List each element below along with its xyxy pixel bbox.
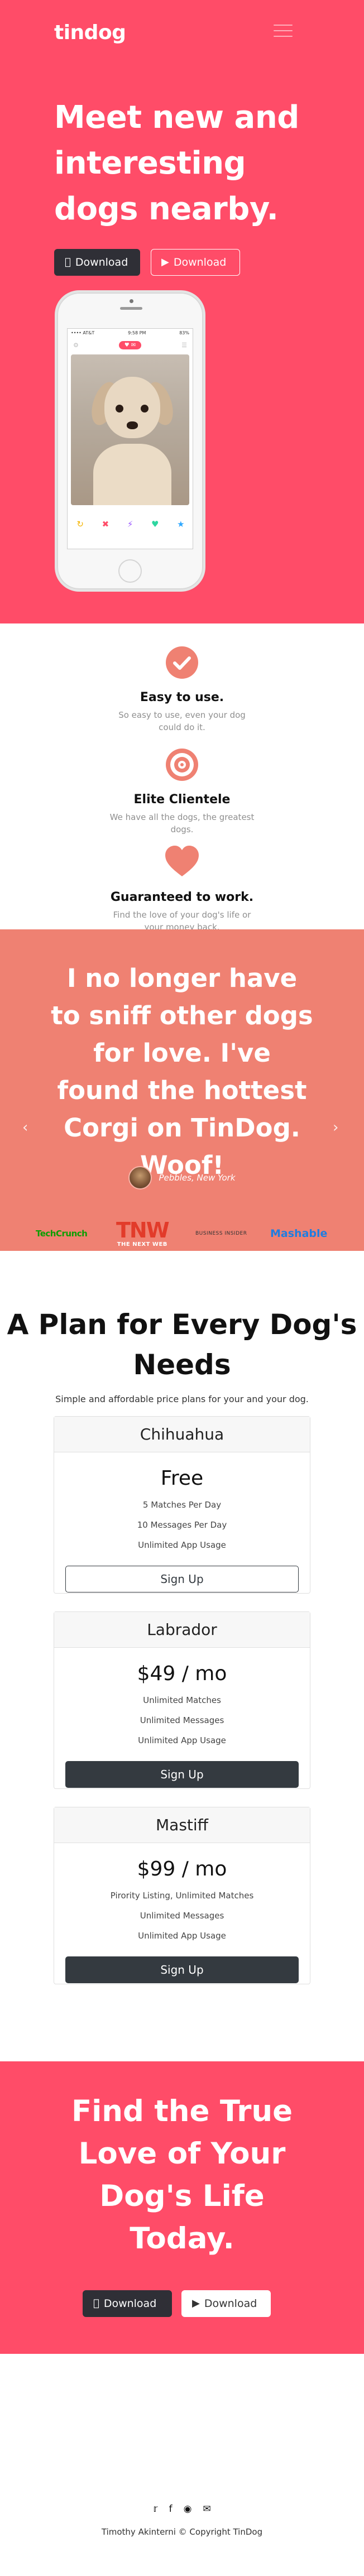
flame-tab-icon: ♥ ✉ <box>118 340 142 349</box>
feature-guaranteed: Guaranteed to work. Find the love of you… <box>0 846 364 933</box>
testimonials-section: I no longer have to sniff other dogs for… <box>0 929 364 1251</box>
plan-name: Mastiff <box>54 1807 310 1843</box>
plan-feature: Unlimited Matches <box>143 1695 221 1705</box>
download-apple-button[interactable]:  Download <box>83 2290 172 2317</box>
sign-up-button[interactable]: Sign Up <box>65 1566 299 1592</box>
plan-feature: 10 Messages Per Day <box>137 1520 227 1530</box>
boost-icon: ⚡ <box>127 519 133 529</box>
download-apple-button[interactable]:  Download <box>54 249 140 276</box>
testimonial-author: Pebbles, New York <box>0 1166 364 1189</box>
plan-feature: Unlimited App Usage <box>138 1931 226 1941</box>
instagram-icon[interactable]: ◉ <box>184 2503 192 2515</box>
cta-title: Find the True Love of Your Dog's Life To… <box>71 2094 293 2256</box>
iphone-image: •••• AT&T 9:58 PM 83% ⚙ ♥ ✉ ☰ ↻ ✖ ⚡ ♥ ★ <box>55 290 205 592</box>
tnw-logo: TNW THE NEXT WEB <box>116 1218 170 1248</box>
plan-name: Labrador <box>54 1612 310 1648</box>
download-apple-label: Download <box>69 256 128 268</box>
plan-feature: Pirority Listing, Unlimited Matches <box>110 1891 254 1901</box>
tnw-logo-text: TNW <box>116 1218 170 1243</box>
author-name: Pebbles, New York <box>159 1173 236 1183</box>
carousel-prev-icon[interactable]: ‹ <box>22 1119 28 1136</box>
plan-price: $99 / mo <box>137 1858 227 1881</box>
plan-name: Chihuahua <box>54 1417 310 1452</box>
social-links: 𝕣 f ◉ ✉ <box>0 2503 364 2515</box>
mashable-logo: Mashable <box>270 1227 328 1240</box>
plan-feature: 5 Matches Per Day <box>142 1500 222 1510</box>
cta-section: Find the True Love of Your Dog's Life To… <box>0 2061 364 2354</box>
apple-icon:  <box>93 2299 99 2309</box>
feature-title: Easy to use. <box>140 690 224 704</box>
play-store-icon: ▶ <box>192 2297 200 2309</box>
hero-section: tindog Meet new and interesting dogs nea… <box>0 0 364 623</box>
plan-feature: Unlimited App Usage <box>138 1735 226 1745</box>
phone-speaker <box>120 307 142 310</box>
feature-title: Guaranteed to work. <box>110 890 254 904</box>
carrier-text: •••• AT&T <box>71 330 95 335</box>
phone-app-tabs: ⚙ ♥ ✉ ☰ <box>68 338 193 352</box>
plan-feature: Unlimited App Usage <box>138 1540 226 1550</box>
dog-avatar <box>128 1166 152 1189</box>
sign-up-button[interactable]: Sign Up <box>65 1761 299 1788</box>
like-icon: ♥ <box>151 519 159 529</box>
download-play-button[interactable]: ▶ Download <box>181 2290 271 2317</box>
pricing-card-labrador: Labrador $49 / mo Unlimited Matches Unli… <box>54 1611 310 1789</box>
twitter-icon[interactable]: 𝕣 <box>153 2503 157 2515</box>
facebook-icon[interactable]: f <box>169 2503 173 2515</box>
carousel-next-icon[interactable]: › <box>333 1119 338 1136</box>
press-logos: TechCrunch TNW THE NEXT WEB BUSINESS INSI… <box>0 1220 364 1251</box>
plan-price: $49 / mo <box>137 1662 227 1685</box>
phone-camera <box>130 299 133 303</box>
phone-action-bar: ↻ ✖ ⚡ ♥ ★ <box>68 513 193 535</box>
navbar: tindog <box>0 0 364 70</box>
footer: 𝕣 f ◉ ✉ Timothy Akinterni © Copyright Ti… <box>0 2354 364 2576</box>
superlike-icon: ★ <box>177 519 185 529</box>
copyright-text: Timothy Akinterni © Copyright TinDog <box>101 2527 263 2537</box>
brand-logo[interactable]: tindog <box>54 21 126 44</box>
nope-icon: ✖ <box>102 519 109 529</box>
pricing-section: A Plan for Every Dog's Needs Simple and … <box>0 1251 364 2061</box>
techcrunch-logo: TechCrunch <box>36 1229 88 1239</box>
feature-text: So easy to use, even your dog could do i… <box>118 710 246 732</box>
pricing-title: A Plan for Every Dog's Needs <box>7 1308 357 1381</box>
dog-photo <box>71 354 189 505</box>
heart-icon <box>165 846 199 879</box>
hero-heading: Meet new and interesting dogs nearby. <box>54 99 299 227</box>
hamburger-icon[interactable] <box>274 25 293 39</box>
apple-icon:  <box>65 257 71 267</box>
download-apple-label: Download <box>98 2297 156 2310</box>
plan-feature: Unlimited Messages <box>140 1911 224 1921</box>
pricing-card-mastiff: Mastiff $99 / mo Pirority Listing, Unlim… <box>54 1807 310 1984</box>
pricing-card-chihuahua: Chihuahua Free 5 Matches Per Day 10 Mess… <box>54 1416 310 1594</box>
mail-icon[interactable]: ✉ <box>203 2503 210 2515</box>
clock-text: 9:58 PM <box>128 330 146 335</box>
battery-text: 83% <box>179 330 189 335</box>
feature-easy: Easy to use. So easy to use, even your d… <box>0 646 364 733</box>
phone-status-bar: •••• AT&T 9:58 PM 83% <box>68 329 193 338</box>
sign-up-button[interactable]: Sign Up <box>65 1956 299 1983</box>
rewind-icon: ↻ <box>76 519 84 529</box>
plan-feature: Unlimited Messages <box>140 1715 224 1725</box>
check-circle-icon <box>165 646 199 679</box>
feature-title: Elite Clientele <box>133 793 231 807</box>
chat-icon: ☰ <box>181 341 187 349</box>
download-play-label: Download <box>173 256 227 268</box>
testimonial-quote: I no longer have to sniff other dogs for… <box>51 963 313 1180</box>
play-store-icon: ▶ <box>161 256 169 268</box>
phone-screen: •••• AT&T 9:58 PM 83% ⚙ ♥ ✉ ☰ ↻ ✖ ⚡ ♥ ★ <box>67 328 193 549</box>
settings-icon: ⚙ <box>73 341 79 349</box>
bullseye-icon <box>165 748 199 781</box>
business-insider-logo: BUSINESS INSIDER <box>195 1231 247 1236</box>
feature-elite: Elite Clientele We have all the dogs, th… <box>0 748 364 836</box>
download-play-button[interactable]: ▶ Download <box>151 249 240 276</box>
features-section: Easy to use. So easy to use, even your d… <box>0 623 364 932</box>
phone-home-button <box>118 559 142 583</box>
tnw-logo-subtext: THE NEXT WEB <box>117 1241 167 1248</box>
plan-price: Free <box>160 1467 204 1490</box>
feature-text: We have all the dogs, the greatest dogs. <box>109 812 255 834</box>
pricing-subtitle: Simple and affordable price plans for yo… <box>55 1394 309 1404</box>
download-play-label: Download <box>204 2297 257 2310</box>
